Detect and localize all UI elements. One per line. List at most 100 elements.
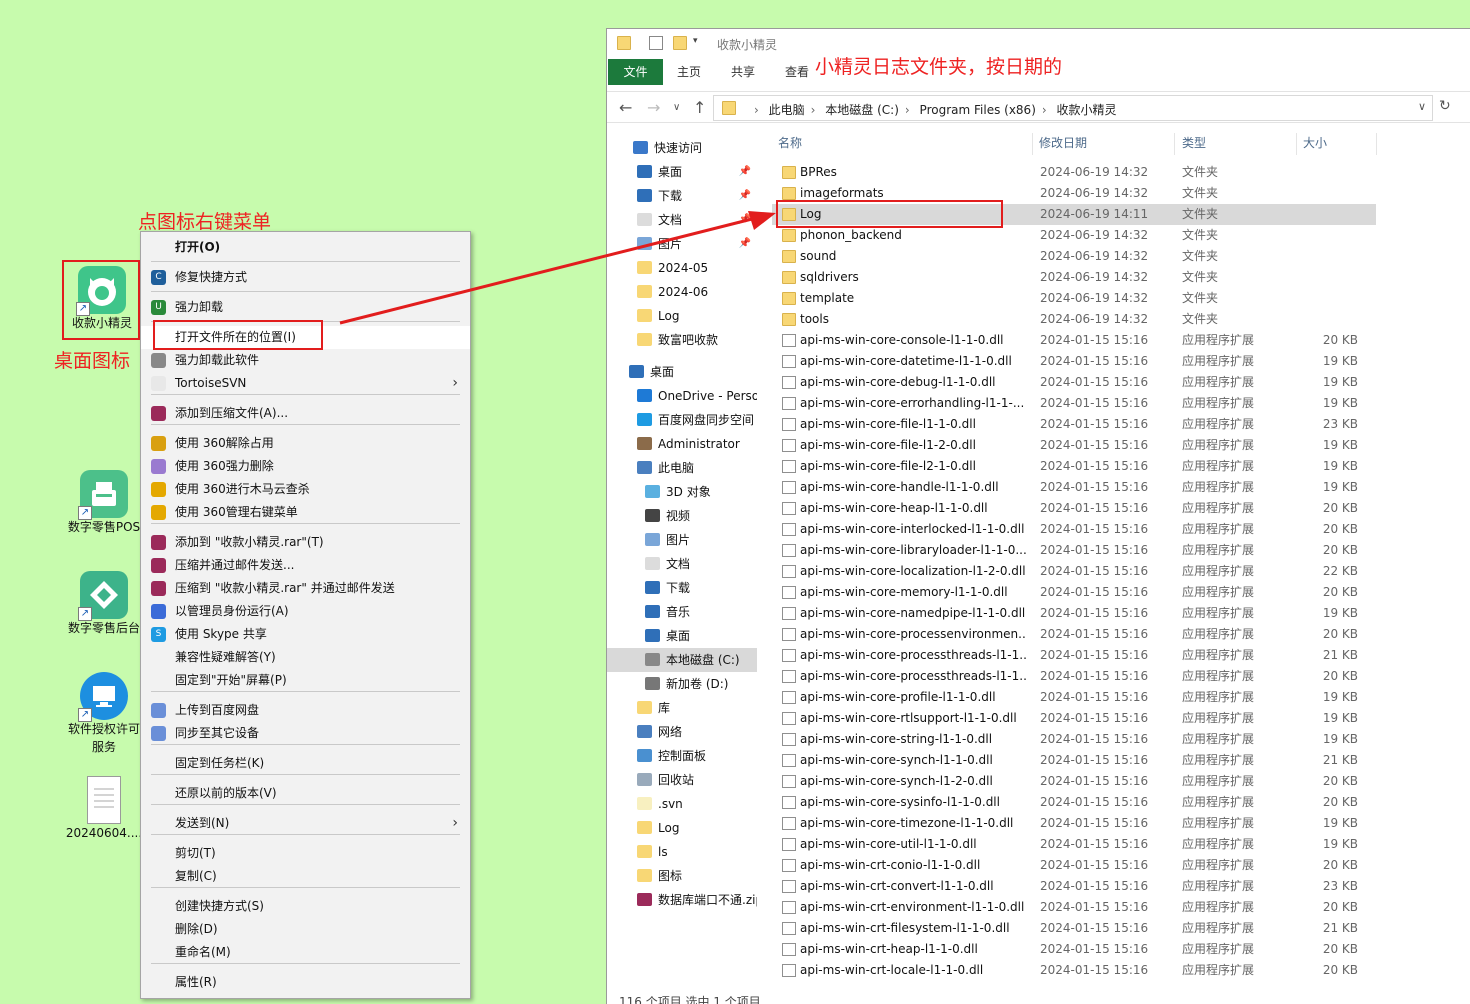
menu-item-force-uninstall-software[interactable]: 强力卸载此软件 xyxy=(141,349,470,372)
nav-item[interactable]: OneDrive - Personal xyxy=(607,384,757,408)
menu-item-troubleshoot-compat[interactable]: 兼容性疑难解答(Y) xyxy=(141,646,470,669)
breadcrumb-item[interactable]: Program Files (x86) xyxy=(920,103,1036,117)
nav-item[interactable]: Log xyxy=(607,816,757,840)
file-row[interactable]: api-ms-win-core-processenvironmen... 2024… xyxy=(772,624,1376,645)
file-row[interactable]: api-ms-win-core-synch-l1-1-0.dll 2024-01-… xyxy=(772,750,1376,771)
refresh-icon[interactable]: ↻ xyxy=(1439,98,1451,114)
nav-item[interactable]: Administrator xyxy=(607,432,757,456)
file-row[interactable]: api-ms-win-crt-heap-l1-1-0.dll 2024-01-15… xyxy=(772,939,1376,960)
nav-item[interactable]: 此电脑 xyxy=(607,456,757,480)
menu-item-sync-devices[interactable]: 同步至其它设备 xyxy=(141,722,470,745)
column-divider[interactable] xyxy=(1174,133,1175,155)
file-row[interactable]: api-ms-win-core-errorhandling-l1-1-... 20… xyxy=(772,393,1376,414)
chevron-down-icon[interactable]: ∨ xyxy=(1418,100,1426,113)
column-header-type[interactable]: 类型 xyxy=(1182,129,1206,157)
desktop-icon-file[interactable]: 20240604.... xyxy=(64,776,144,842)
menu-item-pin-to-taskbar[interactable]: 固定到任务栏(K) xyxy=(141,752,470,775)
menu-item-open[interactable]: 打开(O) xyxy=(141,236,470,259)
file-row[interactable]: api-ms-win-core-file-l1-2-0.dll 2024-01-1… xyxy=(772,435,1376,456)
column-divider[interactable] xyxy=(1296,133,1297,155)
file-row[interactable]: sound 2024-06-19 14:32 文件夹 xyxy=(772,246,1376,267)
address-input[interactable]: › 此电脑 › 本地磁盘 (C:) › Program Files (x86) › 收… xyxy=(713,95,1433,121)
forward-icon[interactable]: → xyxy=(647,98,660,117)
nav-item[interactable]: 图片 xyxy=(607,528,757,552)
menu-item-upload-baidu[interactable]: 上传到百度网盘 xyxy=(141,699,470,722)
menu-item-restore-versions[interactable]: 还原以前的版本(V) xyxy=(141,782,470,805)
desktop-icon-license[interactable]: ↗ 软件授权许可 服务 xyxy=(64,672,144,756)
nav-item[interactable]: 回收站 xyxy=(607,768,757,792)
breadcrumb-item[interactable]: 收款小精灵 xyxy=(1057,103,1117,117)
nav-item[interactable]: 致富吧收款 xyxy=(607,328,757,352)
properties-icon[interactable] xyxy=(649,36,663,50)
file-row[interactable]: api-ms-win-core-processthreads-l1-1... 20… xyxy=(772,645,1376,666)
nav-item[interactable]: 控制面板 xyxy=(607,744,757,768)
nav-item[interactable]: .svn xyxy=(607,792,757,816)
file-row[interactable]: api-ms-win-core-handle-l1-1-0.dll 2024-01… xyxy=(772,477,1376,498)
menu-item-tortoisesvn[interactable]: TortoiseSVN › xyxy=(141,372,470,395)
file-row[interactable]: api-ms-win-crt-filesystem-l1-1-0.dll 2024… xyxy=(772,918,1376,939)
back-icon[interactable]: ← xyxy=(619,98,632,117)
file-row[interactable]: api-ms-win-core-file-l2-1-0.dll 2024-01-1… xyxy=(772,456,1376,477)
file-row[interactable]: api-ms-win-crt-locale-l1-1-0.dll 2024-01-… xyxy=(772,960,1376,981)
file-row[interactable]: api-ms-win-core-namedpipe-l1-1-0.dll 2024… xyxy=(772,603,1376,624)
file-row[interactable]: api-ms-win-core-datetime-l1-1-0.dll 2024-… xyxy=(772,351,1376,372)
file-row[interactable]: api-ms-win-core-processthreads-l1-1... 20… xyxy=(772,666,1376,687)
file-row[interactable]: api-ms-win-core-string-l1-1-0.dll 2024-01… xyxy=(772,729,1376,750)
nav-item[interactable]: 音乐 xyxy=(607,600,757,624)
new-folder-icon[interactable] xyxy=(673,36,687,50)
file-row[interactable]: api-ms-win-core-profile-l1-1-0.dll 2024-0… xyxy=(772,687,1376,708)
nav-item[interactable]: 下载 xyxy=(607,576,757,600)
nav-item[interactable]: 数据库端口不通.zip xyxy=(607,888,757,912)
tab-home[interactable]: 主页 xyxy=(671,59,707,85)
nav-item[interactable]: 网络 xyxy=(607,720,757,744)
nav-item[interactable]: 库 xyxy=(607,696,757,720)
menu-item-properties[interactable]: 属性(R) xyxy=(141,971,470,994)
menu-item-compress-and-email[interactable]: 压缩并通过邮件发送... xyxy=(141,554,470,577)
breadcrumb-item[interactable]: 此电脑 xyxy=(769,103,805,117)
column-header-date[interactable]: 修改日期 xyxy=(1039,129,1087,157)
file-row[interactable]: api-ms-win-core-interlocked-l1-1-0.dll 20… xyxy=(772,519,1376,540)
file-row[interactable]: api-ms-win-core-synch-l1-2-0.dll 2024-01-… xyxy=(772,771,1376,792)
menu-item-skype-share[interactable]: S 使用 Skype 共享 xyxy=(141,623,470,646)
tab-view[interactable]: 查看 xyxy=(779,59,815,85)
nav-item[interactable]: Log xyxy=(607,304,757,328)
menu-item-add-to-archive[interactable]: 添加到压缩文件(A)... xyxy=(141,402,470,425)
nav-item[interactable]: 本地磁盘 (C:) xyxy=(607,648,757,672)
nav-item[interactable]: 百度网盘同步空间 xyxy=(607,408,757,432)
desktop-icon-backend[interactable]: ↗ 数字零售后台 xyxy=(64,571,144,637)
menu-item-force-uninstall[interactable]: U 强力卸载 xyxy=(141,296,470,319)
file-row[interactable]: api-ms-win-crt-environment-l1-1-0.dll 202… xyxy=(772,897,1376,918)
desktop-icon-pos[interactable]: ↗ 数字零售POS xyxy=(64,470,144,536)
menu-item-add-to-rar[interactable]: 添加到 "收款小精灵.rar"(T) xyxy=(141,531,470,554)
file-row[interactable]: api-ms-win-core-libraryloader-l1-1-0....… xyxy=(772,540,1376,561)
file-row[interactable]: api-ms-win-core-timezone-l1-1-0.dll 2024-… xyxy=(772,813,1376,834)
nav-item[interactable]: 视频 xyxy=(607,504,757,528)
file-row[interactable]: sqldrivers 2024-06-19 14:32 文件夹 xyxy=(772,267,1376,288)
nav-item[interactable]: 桌面 xyxy=(607,624,757,648)
customize-dropdown-icon[interactable]: ▾ xyxy=(693,36,707,50)
menu-item-pin-to-start[interactable]: 固定到"开始"屏幕(P) xyxy=(141,669,470,692)
tab-file[interactable]: 文件 xyxy=(608,59,663,85)
column-header-size[interactable]: 大小 xyxy=(1303,129,1327,157)
file-row[interactable]: api-ms-win-crt-convert-l1-1-0.dll 2024-01… xyxy=(772,876,1376,897)
file-row[interactable]: api-ms-win-crt-conio-l1-1-0.dll 2024-01-1… xyxy=(772,855,1376,876)
menu-item-compress-to-rar-and-email[interactable]: 压缩到 "收款小精灵.rar" 并通过邮件发送 xyxy=(141,577,470,600)
file-row[interactable]: api-ms-win-core-console-l1-1-0.dll 2024-0… xyxy=(772,330,1376,351)
nav-item[interactable]: 文档 xyxy=(607,552,757,576)
nav-item[interactable]: 新加卷 (D:) xyxy=(607,672,757,696)
file-row[interactable]: api-ms-win-core-sysinfo-l1-1-0.dll 2024-0… xyxy=(772,792,1376,813)
nav-item[interactable]: 文档 📌 xyxy=(607,208,757,232)
menu-item-create-shortcut[interactable]: 创建快捷方式(S) xyxy=(141,895,470,918)
menu-item-cut[interactable]: 剪切(T) xyxy=(141,842,470,865)
recent-dropdown-icon[interactable]: ∨ xyxy=(673,102,680,113)
file-row[interactable]: api-ms-win-core-memory-l1-1-0.dll 2024-01… xyxy=(772,582,1376,603)
nav-item[interactable]: ls xyxy=(607,840,757,864)
menu-item-send-to[interactable]: 发送到(N) › xyxy=(141,812,470,835)
menu-item-run-as-admin[interactable]: 以管理员身份运行(A) xyxy=(141,600,470,623)
file-row[interactable]: tools 2024-06-19 14:32 文件夹 xyxy=(772,309,1376,330)
nav-item[interactable]: 图片 📌 xyxy=(607,232,757,256)
file-row[interactable]: phonon_backend 2024-06-19 14:32 文件夹 xyxy=(772,225,1376,246)
file-row[interactable]: api-ms-win-core-util-l1-1-0.dll 2024-01-1… xyxy=(772,834,1376,855)
nav-item[interactable]: 桌面 xyxy=(607,360,757,384)
nav-item[interactable]: 桌面 📌 xyxy=(607,160,757,184)
